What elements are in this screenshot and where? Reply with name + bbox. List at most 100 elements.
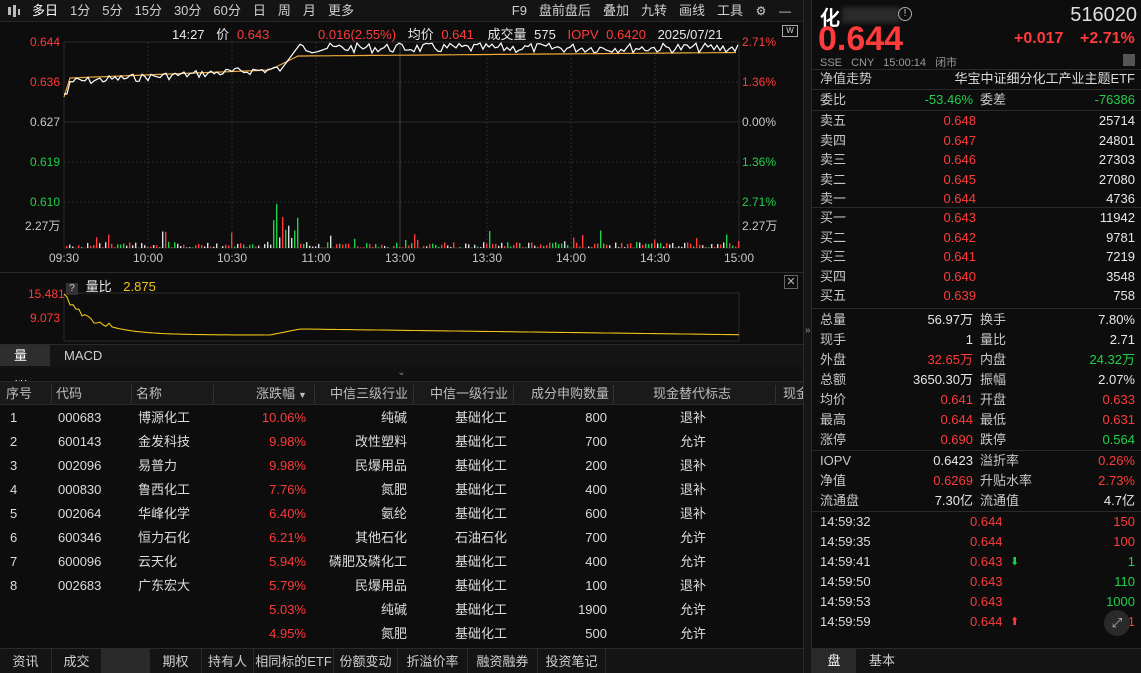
table-row[interactable]: 3 002096 易普力 9.98% 民爆用品 基础化工 200 退补 bbox=[0, 454, 803, 478]
collapse-handle[interactable]: ⌄ bbox=[0, 366, 803, 380]
table-row[interactable]: 1 000683 博源化工 10.06% 纯碱 基础化工 800 退补 bbox=[0, 406, 803, 430]
bids-price: 0.643 bbox=[943, 210, 976, 225]
period-tab-3[interactable]: 15分 bbox=[128, 0, 167, 22]
table-row[interactable]: 5.03% 纯碱 基础化工 1900 允许 bbox=[0, 598, 803, 622]
table-row[interactable]: 6 600346 恒力石化 6.21% 其他石化 石油石化 700 允许 bbox=[0, 526, 803, 550]
table-row[interactable]: 4 000830 鲁西化工 7.76% 氮肥 基础化工 400 退补 bbox=[0, 478, 803, 502]
stats2-label-2: 升贴水率 bbox=[980, 473, 1033, 488]
bottom-tab-4[interactable]: 持有人 bbox=[202, 649, 254, 673]
table-row[interactable]: 2 600143 金发科技 9.98% 改性塑料 基础化工 700 允许 bbox=[0, 430, 803, 454]
volume-bar bbox=[669, 244, 671, 248]
constituents-table-body: 1 000683 博源化工 10.06% 纯碱 基础化工 800 退补 2 600143 金发科技 9… bbox=[0, 406, 803, 646]
gear-icon[interactable]: ⚙ bbox=[753, 3, 769, 19]
stats2-value-2: 2.73% bbox=[1098, 473, 1135, 488]
period-tab-5[interactable]: 60分 bbox=[207, 0, 246, 22]
volume-bar bbox=[213, 246, 215, 248]
table-row[interactable]: 7 600096 云天化 5.94% 磷肥及磷化工 基础化工 400 允许 bbox=[0, 550, 803, 574]
volume-bar bbox=[378, 247, 380, 248]
period-tab-2[interactable]: 5分 bbox=[96, 0, 128, 22]
stats2-value-1: 0.6269 bbox=[933, 473, 973, 488]
security-code: 516020 bbox=[1070, 4, 1137, 26]
stats-label-1: 现手 bbox=[820, 332, 847, 347]
bottom-tab-1[interactable]: 成交 bbox=[52, 649, 102, 673]
bottom-tab-7[interactable]: 折溢价率 bbox=[398, 649, 468, 673]
volume-bar bbox=[186, 247, 188, 248]
col-change-pct[interactable]: 涨跌幅 ▼ bbox=[256, 382, 307, 406]
help-icon[interactable]: ? bbox=[66, 283, 78, 295]
volume-bar bbox=[624, 247, 626, 248]
col-creation-qty[interactable]: 成分申购数量 bbox=[531, 382, 609, 406]
time-axis-label: 09:30 bbox=[49, 251, 79, 265]
tool-item-4[interactable]: 画线 bbox=[673, 0, 711, 22]
window-mode-icon[interactable]: W bbox=[782, 25, 798, 37]
chart-type-icon[interactable] bbox=[6, 3, 22, 19]
cell-ind1: 基础化工 bbox=[454, 602, 507, 617]
close-icon[interactable]: ✕ bbox=[784, 275, 798, 289]
col-name[interactable]: 名称 bbox=[136, 382, 162, 406]
period-tab-4[interactable]: 30分 bbox=[168, 0, 207, 22]
cell-qty: 1900 bbox=[578, 602, 607, 617]
menu-icon[interactable] bbox=[1123, 54, 1135, 66]
volume-bar bbox=[297, 217, 299, 248]
tool-item-5[interactable]: 工具 bbox=[711, 0, 749, 22]
asks-volume: 27303 bbox=[1098, 152, 1135, 167]
volume-bar bbox=[705, 246, 707, 248]
info-icon[interactable]: ! bbox=[898, 7, 912, 21]
tool-item-1[interactable]: 盘前盘后 bbox=[533, 0, 597, 22]
period-tab-7[interactable]: 周 bbox=[272, 0, 297, 22]
intraday-chart[interactable]: 0.644 0.636 0.627 0.619 0.610 2.71% 1.36% 0.00%… bbox=[0, 22, 803, 272]
price-label: 价 bbox=[216, 27, 230, 42]
stats-value-2: 2.07% bbox=[1098, 372, 1135, 387]
bottom-tab-3[interactable]: 期权 bbox=[150, 649, 202, 673]
tool-item-3[interactable]: 九转 bbox=[635, 0, 673, 22]
tool-item-2[interactable]: 叠加 bbox=[597, 0, 635, 22]
bottom-tab-6[interactable]: 份额变动 bbox=[334, 649, 398, 673]
chevron-right-icon[interactable]: » bbox=[805, 325, 811, 336]
nav-row[interactable]: 净值走势 华宝中证细分化工产业主题ETF bbox=[812, 69, 1141, 89]
period-tab-6[interactable]: 日 bbox=[247, 0, 272, 22]
bottom-tab-2[interactable] bbox=[102, 649, 150, 673]
cell-flag: 退补 bbox=[680, 410, 707, 425]
tab-macd[interactable]: MACD bbox=[50, 345, 116, 367]
col-cash-flag[interactable]: 现金替代标志 bbox=[653, 382, 731, 406]
nav-trend-label[interactable]: 净值走势 bbox=[820, 69, 872, 89]
volume-bar bbox=[93, 245, 95, 248]
table-row[interactable]: 8 002683 广东宏大 5.79% 民爆用品 基础化工 100 退补 bbox=[0, 574, 803, 598]
tab-pankou[interactable]: 盘 bbox=[812, 649, 856, 673]
tab-basic[interactable]: 基本 bbox=[860, 649, 904, 673]
time-axis-label: 13:30 bbox=[472, 251, 502, 265]
stats2-label-1: 净值 bbox=[820, 473, 847, 488]
period-tab-9[interactable]: 更多 bbox=[322, 0, 360, 22]
bottom-tab-9[interactable]: 投资笔记 bbox=[538, 649, 606, 673]
col-code[interactable]: 代码 bbox=[56, 382, 82, 406]
tool-item-0[interactable]: F9 bbox=[506, 0, 533, 22]
iopv-label: IOPV bbox=[567, 27, 599, 42]
volume-bar bbox=[567, 244, 569, 248]
cell-qty: 200 bbox=[585, 458, 607, 473]
col-industry-1[interactable]: 中信一级行业 bbox=[430, 382, 508, 406]
volume-bar bbox=[246, 247, 248, 248]
chevron-down-icon[interactable]: ⌄ bbox=[397, 367, 405, 378]
period-tab-8[interactable]: 月 bbox=[297, 0, 322, 22]
cell-flag: 退补 bbox=[680, 482, 707, 497]
bottom-tab-8[interactable]: 融资融券 bbox=[468, 649, 538, 673]
tick-price: 0.643 bbox=[970, 554, 1003, 569]
period-tab-1[interactable]: 1分 bbox=[64, 0, 96, 22]
bottom-tab-0[interactable]: 资讯 bbox=[0, 649, 52, 673]
wb-label: 委比 bbox=[820, 92, 847, 107]
period-tab-0[interactable]: 多日 bbox=[26, 0, 64, 22]
panel-splitter[interactable]: » bbox=[803, 0, 812, 673]
stats-value-1: 1 bbox=[965, 332, 973, 347]
table-row[interactable]: 5 002064 华峰化学 6.40% 氨纶 基础化工 600 退补 bbox=[0, 502, 803, 526]
col-index[interactable]: 序号 bbox=[6, 382, 32, 406]
bottom-tab-5[interactable]: 相同标的ETF bbox=[254, 649, 334, 673]
tab-volume-ratio[interactable]: 量比 bbox=[0, 345, 50, 385]
volume-bar bbox=[129, 242, 131, 248]
cell-pct: 6.40% bbox=[269, 506, 306, 521]
minimize-icon[interactable]: — bbox=[777, 3, 793, 19]
volume-bar bbox=[513, 244, 515, 248]
table-row[interactable]: 4.95% 氮肥 基础化工 500 允许 bbox=[0, 622, 803, 646]
col-industry-3[interactable]: 中信三级行业 bbox=[330, 382, 408, 406]
expand-icon[interactable]: ⤢ bbox=[1104, 610, 1130, 636]
bids-row: 买三 0.641 7219 bbox=[812, 247, 1141, 267]
